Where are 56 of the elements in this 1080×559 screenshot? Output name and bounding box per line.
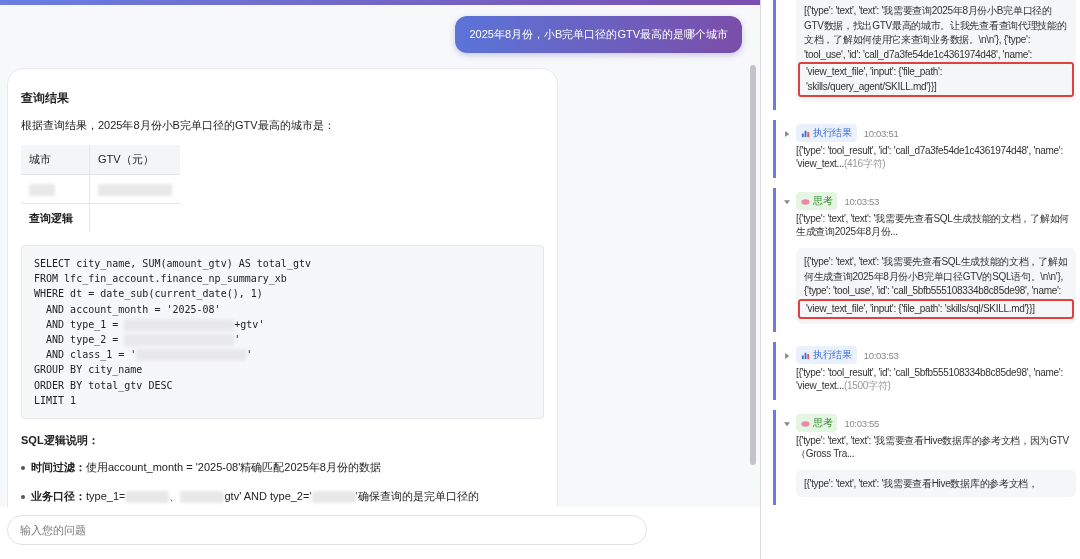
step-time: 10:03:55: [844, 417, 879, 429]
bullet-label: 业务口径：: [31, 489, 86, 502]
caret-icon[interactable]: [784, 131, 790, 137]
code-text: SELECT city_name, SUM(amount_gtv) AS total_gtv: [34, 258, 311, 269]
detail-text: [{'type': 'text', 'text': '我需要先查看SQL生成技能的文档，了解如何生成查询2025年8月份小B完单口径GTV的SQL语句。\n\n'}, {'type': 'tool_use', 'id': 'call_5bfb555108334b8c85de98', 'name':: [804, 256, 1068, 296]
detail-text: [{'type': 'text', 'text': '我需要查看Hive数据库的参考文档，: [804, 478, 1038, 489]
question-input[interactable]: 输入您的问题: [7, 515, 647, 545]
detail-text: [{'type': 'text', 'text': '我需要查询2025年8月份小B完单口径的GTV数据，找出GTV最高的城市。让我先查看查询代理技能的文档，了解如何使用它来查询业务数据。\n\n'}, {'type': 'tool_use', 'id': 'call_d7a3fe54de1c4361974d48', 'name':: [804, 5, 1067, 60]
bullet-text: 、: [169, 489, 181, 502]
code-text: GROUP BY city_name: [34, 364, 143, 376]
code-text: ': [246, 349, 253, 361]
code-text: +gtv': [234, 318, 265, 330]
step-summary: [{'type': 'text', 'text': '我需要查看Hive数据库的参考文档，因为GTV（Gross Tra...: [796, 434, 1070, 460]
code-text: LIMIT 1: [34, 394, 77, 406]
section-title: SQL逻辑说明：: [21, 432, 100, 448]
step-summary: [{'type': 'tool_result', 'id': 'call_5bfb555108334b8c85de98', 'name': 'view_text...(1500字符): [796, 366, 1064, 392]
answer-title: 查询结果: [21, 91, 70, 106]
step-summary: [{'type': 'tool_result', 'id': 'call_d7a3fe54de1c4361974d48', 'name': 'view_text...(416字符): [796, 144, 1064, 170]
step-time: 10:03:53: [863, 349, 899, 361]
bullet-text: 使用account_month = '2025-08'精确匹配2025年8月份的数据: [86, 460, 381, 473]
bar-chart-icon: [801, 350, 810, 360]
bar-chart-icon: [801, 128, 810, 138]
brain-icon: [801, 196, 810, 206]
bullet-text: '确保查询的是完单口径的: [355, 489, 479, 502]
step-tag: 执行结果: [796, 346, 857, 364]
code-text: FROM lfc_fin_account.finance_np_summary_xb: [34, 273, 287, 285]
code-text: ': [234, 333, 241, 345]
highlighted-text: 'view_text_file', 'input': {'file_path': 'skills/query_agent/SKILL.md'}}]: [798, 62, 1074, 97]
user-message: 2025年8月份，小B完单口径的GTV最高的是哪个城市: [455, 16, 742, 53]
step-tag: 思考: [796, 192, 838, 210]
column-header: 城市: [21, 145, 90, 175]
step-tag: 思考: [796, 414, 838, 432]
bullet-label: 时间过滤：: [31, 460, 86, 473]
caret-icon[interactable]: [784, 199, 790, 205]
code-text: AND account_month = '2025-08': [45, 303, 221, 315]
step-summary: [{'type': 'text', 'text': '我需要先查看SQL生成技能的文档，了解如何生成查询2025年8月份...: [796, 212, 1070, 238]
bullet-text: type_1=: [86, 489, 126, 502]
code-text: WHERE dt = date_sub(current_date(), 1): [34, 288, 263, 300]
scrollbar-thumb[interactable]: [750, 65, 756, 465]
column-header: GTV（元）: [89, 145, 180, 175]
caret-icon[interactable]: [784, 421, 790, 427]
highlighted-text: 'view_text_file', 'input': {'file_path': 'skills/sql/SKILL.md'}}]: [798, 298, 1074, 319]
step-time: 10:03:51: [863, 127, 899, 139]
code-text: AND type_2 =: [45, 333, 120, 345]
step-time: 10:03:53: [844, 195, 879, 207]
code-text: AND type_1 =: [45, 318, 120, 330]
code-text: ORDER BY total_gtv DESC: [34, 379, 173, 391]
bullet-icon: [21, 465, 25, 470]
answer-intro: 根据查询结果，2025年8月份小B完单口径的GTV最高的城市是：: [21, 118, 336, 133]
brain-icon: [801, 418, 810, 428]
table-cell: 查询逻辑: [29, 211, 73, 224]
bullet-text: gtv' AND type_2=': [224, 489, 312, 502]
caret-icon[interactable]: [784, 353, 790, 359]
step-tag: 执行结果: [796, 124, 857, 142]
bullet-icon: [21, 494, 25, 499]
code-text: AND class_1 = ': [45, 349, 137, 361]
